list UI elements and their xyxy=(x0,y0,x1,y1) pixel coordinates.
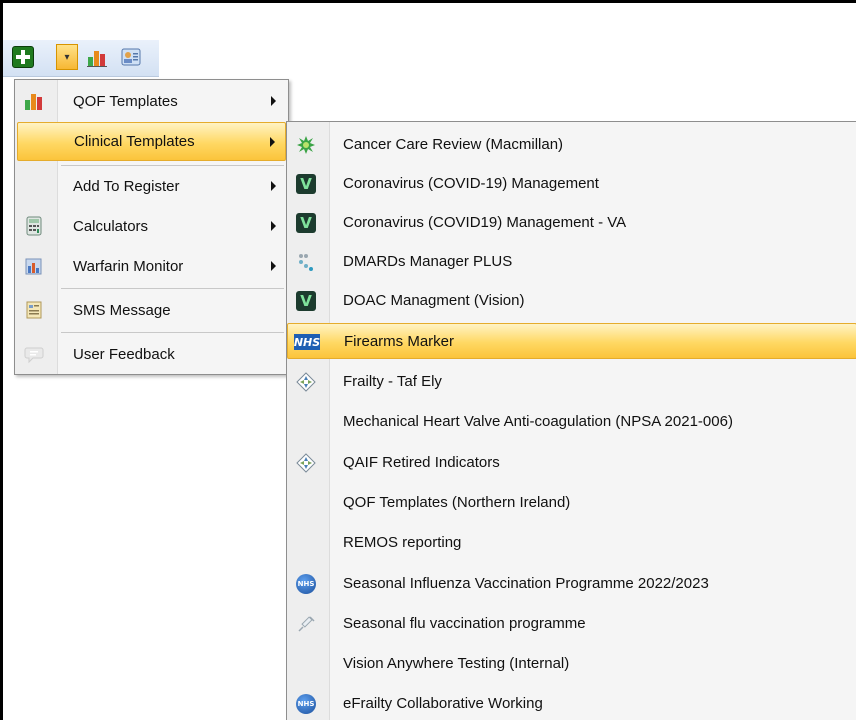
submenu-item-qaif-retired-indicators[interactable]: QAIF Retired Indicators xyxy=(287,444,856,482)
submenu-item-vision-anywhere-testing[interactable]: Vision Anywhere Testing (Internal) xyxy=(287,645,856,683)
submenu-item-coronavirus-management[interactable]: V Coronavirus (COVID-19) Management xyxy=(287,165,856,203)
vision-v-icon: V xyxy=(295,173,317,195)
submenu-item-label: DOAC Managment (Vision) xyxy=(343,292,525,309)
nhs-circle-glyph: NHS xyxy=(296,694,316,714)
contact-card-icon xyxy=(121,48,141,66)
feedback-icon xyxy=(23,343,45,365)
menu-item-qof-templates[interactable]: QOF Templates xyxy=(17,81,286,121)
clinical-templates-submenu: Cancer Care Review (Macmillan) V Coronav… xyxy=(286,121,856,720)
submenu-arrow-icon xyxy=(270,136,275,147)
submenu-item-label: Vision Anywhere Testing (Internal) xyxy=(343,655,570,672)
chevron-down-icon: ▾ xyxy=(64,51,70,63)
sms-icon xyxy=(23,299,45,321)
add-icon xyxy=(12,46,34,68)
submenu-arrow-icon xyxy=(271,96,276,106)
menu-item-clinical-templates[interactable]: Clinical Templates xyxy=(17,122,286,161)
submenu-item-label: Frailty - Taf Ely xyxy=(343,373,442,390)
vision-v-icon: V xyxy=(295,212,317,234)
submenu-item-mechanical-heart-valve[interactable]: Mechanical Heart Valve Anti-coagulation … xyxy=(287,403,856,441)
submenu-item-firearms-marker[interactable]: NHS Firearms Marker xyxy=(287,323,856,359)
calculator-icon xyxy=(23,215,45,237)
macmillan-icon xyxy=(295,134,317,156)
submenu-item-label: Mechanical Heart Valve Anti-coagulation … xyxy=(343,413,733,430)
submenu-item-coronavirus-management-va[interactable]: V Coronavirus (COVID19) Management - VA xyxy=(287,204,856,242)
menu-item-sms-message[interactable]: SMS Message xyxy=(17,290,286,330)
menu-item-warfarin-monitor[interactable]: Warfarin Monitor xyxy=(17,246,286,286)
vision-v-glyph: V xyxy=(296,174,316,194)
nhs-circle-icon: NHS xyxy=(295,573,317,595)
submenu-item-qof-templates-ni[interactable]: QOF Templates (Northern Ireland) xyxy=(287,484,856,522)
submenu-item-label: Coronavirus (COVID19) Management - VA xyxy=(343,214,627,231)
submenu-item-doac-managment[interactable]: V DOAC Managment (Vision) xyxy=(287,282,856,320)
warfarin-monitor-icon xyxy=(23,255,45,277)
menu-item-label: Calculators xyxy=(73,217,149,235)
syringe-icon xyxy=(295,613,317,635)
diamond-arrows-icon xyxy=(295,452,317,474)
submenu-item-label: Firearms Marker xyxy=(344,333,455,350)
nhs-circle-icon: NHS xyxy=(295,693,317,715)
main-dropdown-menu: QOF Templates Clinical Templates Add To … xyxy=(14,79,289,375)
submenu-item-frailty-taf-ely[interactable]: Frailty - Taf Ely xyxy=(287,363,856,401)
menu-separator xyxy=(61,288,284,289)
menu-item-label: Warfarin Monitor xyxy=(73,257,184,275)
dropdown-toggle-button[interactable]: ▾ xyxy=(56,44,78,70)
submenu-item-label: eFrailty Collaborative Working xyxy=(343,695,543,712)
nhs-logo-icon: NHS xyxy=(293,331,321,353)
bar-chart-icon xyxy=(87,51,107,67)
nhs-circle-glyph: NHS xyxy=(296,574,316,594)
menu-item-label: SMS Message xyxy=(73,301,171,319)
submenu-arrow-icon xyxy=(271,221,276,231)
bar-chart-icon xyxy=(23,90,45,112)
submenu-item-remos-reporting[interactable]: REMOS reporting xyxy=(287,524,856,562)
chart-button[interactable] xyxy=(84,44,110,70)
menu-item-calculators[interactable]: Calculators xyxy=(17,206,286,246)
submenu-item-dmards-manager[interactable]: DMARDs Manager PLUS xyxy=(287,243,856,281)
submenu-arrow-icon xyxy=(271,261,276,271)
submenu-item-seasonal-flu-programme[interactable]: Seasonal flu vaccination programme xyxy=(287,605,856,643)
vision-v-glyph: V xyxy=(296,213,316,233)
submenu-item-label: QOF Templates (Northern Ireland) xyxy=(343,494,571,511)
menu-item-label: Clinical Templates xyxy=(74,133,195,150)
add-button[interactable] xyxy=(10,44,36,70)
submenu-item-cancer-care-review[interactable]: Cancer Care Review (Macmillan) xyxy=(287,126,856,164)
menu-item-label: Add To Register xyxy=(73,177,180,195)
menu-item-add-to-register[interactable]: Add To Register xyxy=(17,166,286,206)
submenu-item-efrailty-collaborative[interactable]: NHS eFrailty Collaborative Working xyxy=(287,685,856,720)
submenu-item-label: QAIF Retired Indicators xyxy=(343,454,500,471)
submenu-item-label: Coronavirus (COVID-19) Management xyxy=(343,175,599,192)
submenu-item-seasonal-influenza-2022[interactable]: NHS Seasonal Influenza Vaccination Progr… xyxy=(287,565,856,603)
submenu-item-label: Seasonal flu vaccination programme xyxy=(343,615,586,632)
menu-item-user-feedback[interactable]: User Feedback xyxy=(17,334,286,374)
menu-item-label: QOF Templates xyxy=(73,92,178,110)
submenu-item-label: Seasonal Influenza Vaccination Programme… xyxy=(343,575,709,592)
diamond-arrows-icon xyxy=(295,371,317,393)
submenu-arrow-icon xyxy=(271,181,276,191)
dots-icon xyxy=(295,251,317,273)
menu-separator xyxy=(61,332,284,333)
vision-v-icon: V xyxy=(295,290,317,312)
submenu-item-label: Cancer Care Review (Macmillan) xyxy=(343,136,564,153)
menu-item-label: User Feedback xyxy=(73,345,175,363)
contact-button[interactable] xyxy=(118,44,144,70)
submenu-item-label: REMOS reporting xyxy=(343,534,462,551)
vision-v-glyph: V xyxy=(296,291,316,311)
nhs-logo-glyph: NHS xyxy=(293,334,321,350)
submenu-item-label: DMARDs Manager PLUS xyxy=(343,253,513,270)
